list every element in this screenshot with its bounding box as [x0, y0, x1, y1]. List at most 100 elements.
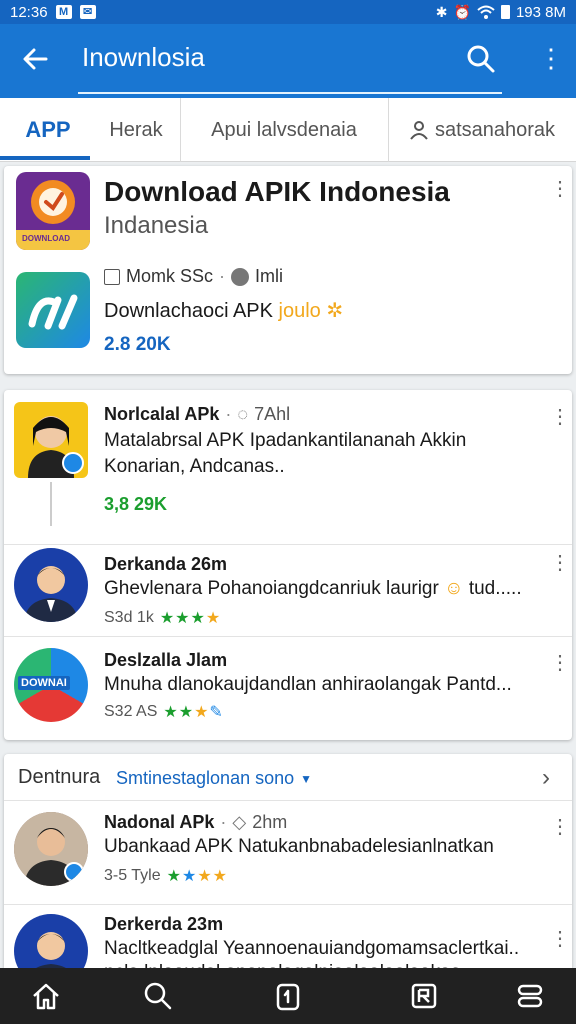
featured-description: Downlachaoci APK joulo ✲	[104, 298, 343, 323]
post-author: Deslzalla Jlam	[104, 650, 228, 670]
section-filter-label: Smtinestaglonan sono	[116, 768, 295, 788]
verified-badge-icon	[64, 862, 84, 882]
description-text: Downlachaoci APK	[104, 300, 273, 322]
divider	[4, 636, 572, 637]
page-title[interactable]: Inownlosia	[82, 42, 205, 73]
post-author: Nadonal APk	[104, 812, 215, 832]
post-author: Derkanda 26m	[104, 554, 228, 574]
section-filter[interactable]: Smtinestaglonan sono ▼	[116, 768, 312, 789]
notification-icon[interactable]	[272, 980, 304, 1012]
avatar	[14, 812, 88, 886]
verified-badge-icon	[62, 452, 84, 474]
bottom-navigation	[0, 968, 576, 1024]
rating-stars: ★★★✎	[163, 704, 224, 721]
app-icon-label: DOWNLOAD	[22, 234, 70, 243]
post-time: 2hm	[252, 812, 288, 832]
tab-apui[interactable]: Apui lalvsdenaia	[180, 98, 388, 162]
search-icon[interactable]	[466, 44, 496, 74]
app-bar: Inownlosia ⋮	[0, 24, 576, 98]
tag-icon	[231, 267, 250, 286]
section-card: Dentnura Smtinestaglonan sono ▼ › Nadona…	[4, 754, 572, 988]
chevron-right-icon[interactable]: ›	[542, 764, 550, 792]
checkbox-icon	[104, 268, 120, 285]
avatar-badge: DOWNAI	[18, 676, 70, 690]
emoji-icon: ☺	[444, 578, 464, 599]
post-text-continued: Konarian, Andcanas..	[104, 456, 285, 477]
divider	[4, 904, 572, 905]
overflow-menu-icon[interactable]: ⋮	[550, 179, 570, 202]
post-text: Ubankaad APK Natukanbnabadelesianlnatkan	[104, 836, 494, 857]
tab-satsanahorak[interactable]: satsanahorak	[388, 98, 576, 162]
post-header: Nadonal APk · ◇ 2hm	[104, 812, 288, 832]
post-count: 3,8 29K	[104, 494, 168, 514]
rating-row: S3d 1k ★★★★	[104, 608, 221, 628]
post-count: 3-5 Tyle	[104, 867, 161, 884]
overflow-menu-icon[interactable]: ⋮	[550, 553, 570, 576]
rating-row: S32 AS ★★★✎	[104, 702, 224, 722]
tab-indicator	[0, 156, 90, 160]
post-text-tail: tud.....	[468, 578, 522, 599]
search-icon[interactable]	[142, 980, 174, 1012]
description-tag: joulo	[278, 300, 321, 322]
tab-herak[interactable]: Herak	[92, 98, 180, 162]
tab-app[interactable]: APP	[4, 98, 92, 162]
rating-stars: ★★★★	[166, 868, 228, 885]
featured-title: Download APIK Indonesia	[104, 176, 450, 207]
featured-meta: Momk SSc · Imli	[104, 266, 283, 287]
comment-icon: ◇	[232, 812, 247, 832]
post-text: Nacltkeadglal Yeannoenauiandgomamsaclert…	[104, 938, 520, 959]
wifi-icon	[477, 5, 495, 19]
title-underline	[78, 92, 502, 94]
featured-app-card[interactable]: DOWNLOAD Download APIK Indonesia Indanes…	[4, 166, 572, 374]
rating-stars: ★★★★	[159, 610, 222, 627]
post-count: S32 AS	[104, 703, 158, 720]
overflow-menu-icon[interactable]: ⋮	[550, 929, 570, 952]
meta-time: Imli	[255, 266, 284, 286]
alarm-icon: ⏰	[453, 3, 471, 20]
rating-row: 3-5 Tyle ★★★★	[104, 866, 228, 886]
person-icon	[410, 121, 428, 140]
tab-label: satsanahorak	[434, 118, 556, 141]
app-icon: DOWNLOAD	[16, 172, 90, 250]
comment-icon: ◌	[237, 404, 249, 424]
gmail-icon: M	[55, 5, 72, 19]
downloads-icon[interactable]	[408, 980, 440, 1012]
notification-icon: ✉	[79, 5, 96, 19]
back-arrow-icon[interactable]	[20, 44, 52, 76]
divider	[4, 800, 572, 801]
post-text: Matalabrsal APK Ipadankantilananah Akkin	[104, 430, 467, 451]
post-time: 7Ahl	[254, 404, 291, 424]
app-icon-secondary	[16, 272, 90, 348]
overflow-menu-icon[interactable]: ⋮	[550, 653, 570, 676]
chevron-down-icon: ▼	[300, 771, 313, 786]
avatar: DOWNAI	[14, 648, 88, 722]
tab-bar: APP Herak Apui lalvsdenaia satsanahorak	[0, 98, 576, 162]
post-header: Norlcalal APk · ◌ 7Ahl	[104, 404, 291, 424]
post-author: Derkerda 23m	[104, 914, 224, 934]
featured-subtitle: Indanesia	[104, 212, 209, 239]
battery-icon	[500, 5, 510, 19]
post-author: Norlcalal APk	[104, 404, 220, 424]
meta-author: Momk SSc	[126, 266, 214, 286]
post-text-body: Ghevlenara Pohanoiangdcanriuk laurigr	[104, 578, 439, 599]
bluetooth-icon: ✱	[435, 3, 448, 20]
download-count: 2.8 20K	[104, 334, 171, 355]
overflow-menu-icon[interactable]: ⋮	[538, 44, 564, 74]
status-bar: 12:36 M ✉ ✱ ⏰ 193 8M	[0, 0, 576, 24]
post-text: Mnuha dlanokaujdandlan anhiraolangak Pan…	[104, 674, 512, 695]
avatar	[14, 548, 88, 622]
avatar	[14, 402, 88, 478]
menu-icon[interactable]	[514, 980, 546, 1012]
post-count: S3d 1k	[104, 609, 154, 626]
posts-card: Norlcalal APk · ◌ 7Ahl ⋮ Matalabrsal APK…	[4, 390, 572, 740]
status-time: 12:36	[10, 3, 48, 21]
thread-line	[50, 482, 52, 526]
overflow-menu-icon[interactable]: ⋮	[550, 407, 570, 430]
sparkle-icon: ✲	[326, 300, 344, 322]
section-title: Dentnura	[18, 766, 101, 788]
post-text: Ghevlenara Pohanoiangdcanriuk laurigr ☺ …	[104, 578, 522, 600]
overflow-menu-icon[interactable]: ⋮	[550, 817, 570, 840]
battery-label: 193 8M	[515, 3, 566, 21]
divider	[4, 544, 572, 545]
home-icon[interactable]	[30, 980, 62, 1012]
